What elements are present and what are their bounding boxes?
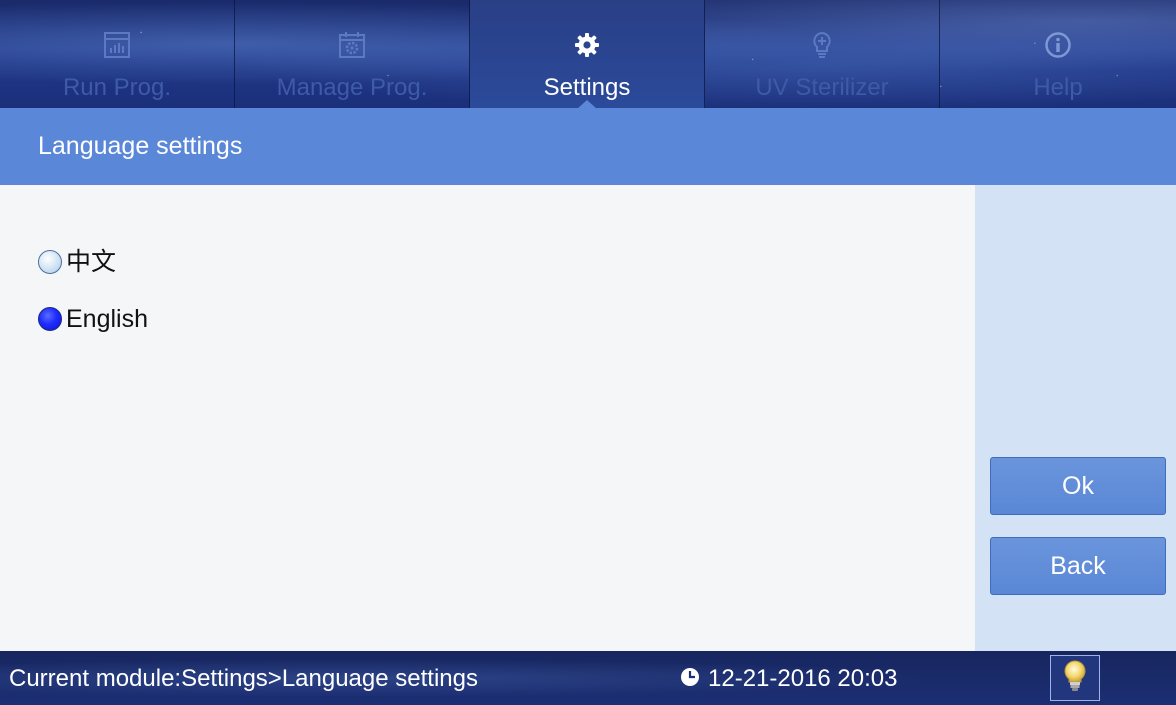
section-title: Language settings xyxy=(38,132,243,160)
radio-option-english[interactable]: English xyxy=(38,302,148,336)
datetime-text: 12-21-2016 20:03 xyxy=(708,665,898,692)
option-label: 中文 xyxy=(66,248,117,276)
back-button[interactable]: Back xyxy=(990,537,1166,595)
tab-label: Help xyxy=(1033,74,1083,101)
lightbulb-icon xyxy=(1062,659,1088,697)
clock-icon xyxy=(680,667,700,691)
status-bar: Current module:Settings>Language setting… xyxy=(0,651,1176,705)
radio-option-chinese[interactable]: 中文 xyxy=(38,245,116,279)
tab-label: Manage Prog. xyxy=(276,74,428,101)
bulb-plus-icon xyxy=(807,30,837,60)
section-header: Language settings xyxy=(0,108,1176,185)
tab-run-prog[interactable]: Run Prog. xyxy=(0,0,235,108)
gear-icon xyxy=(572,30,602,60)
tab-help[interactable]: Help xyxy=(940,0,1176,108)
lamp-button[interactable] xyxy=(1050,655,1100,701)
main-panel: 中文 English xyxy=(0,185,975,651)
datetime: 12-21-2016 20:03 xyxy=(680,665,898,693)
info-icon xyxy=(1043,30,1073,60)
chart-icon xyxy=(102,30,132,60)
tab-manage-prog[interactable]: Manage Prog. xyxy=(235,0,470,108)
tab-settings[interactable]: Settings xyxy=(470,0,705,109)
option-label: English xyxy=(66,305,148,333)
tab-label: Settings xyxy=(543,74,631,101)
top-nav: Run Prog. Manage Prog. Settings UV Steri… xyxy=(0,0,1176,109)
tab-label: Run Prog. xyxy=(62,74,172,101)
calendar-gear-icon xyxy=(337,30,367,60)
radio-button-chinese[interactable] xyxy=(38,250,62,274)
radio-button-english[interactable] xyxy=(38,307,62,331)
current-module-text: Current module:Settings>Language setting… xyxy=(9,665,478,692)
ok-button[interactable]: Ok xyxy=(990,457,1166,515)
tab-label: UV Sterilizer xyxy=(755,74,889,101)
tab-uv-sterilizer[interactable]: UV Sterilizer xyxy=(705,0,940,108)
